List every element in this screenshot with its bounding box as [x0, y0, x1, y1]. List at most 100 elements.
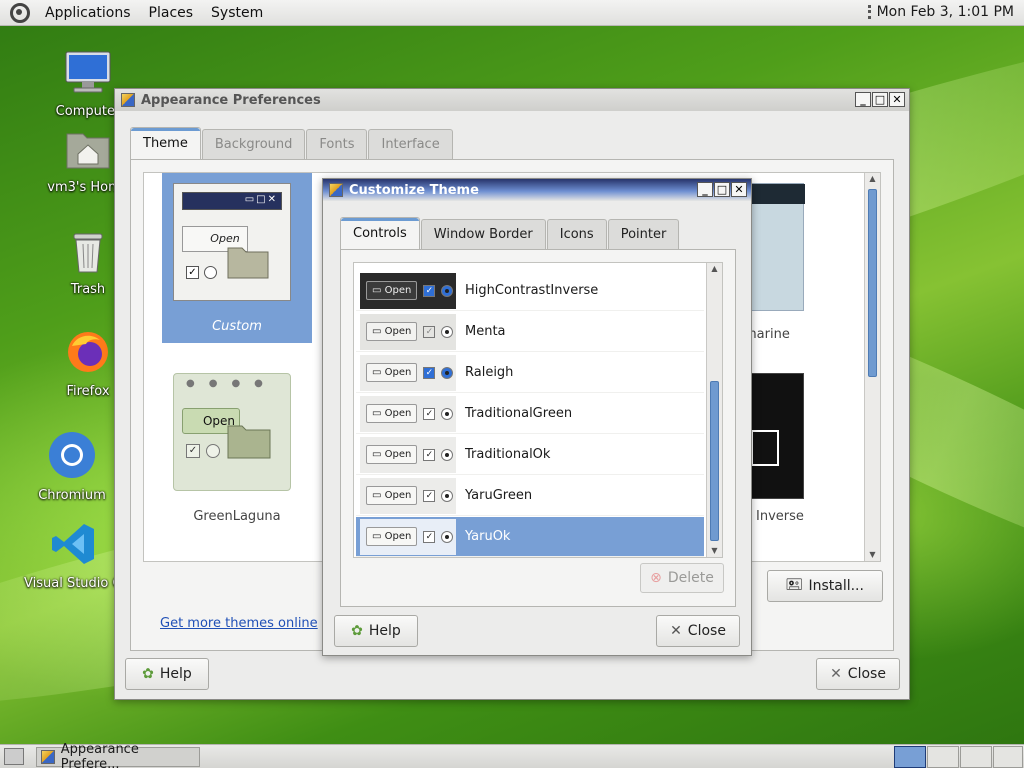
get-more-themes-link[interactable]: Get more themes online	[160, 616, 318, 631]
scroll-down-arrow[interactable]: ▼	[865, 549, 880, 561]
menu-system[interactable]: System	[202, 5, 272, 21]
install-button[interactable]: 🖭 Install...	[767, 570, 883, 602]
controls-theme-row[interactable]: ▭ Open ✓ HighContrastInverse	[356, 271, 704, 311]
customize-tabs: Controls Window Border Icons Pointer	[340, 217, 680, 249]
dialog-titlebar[interactable]: Customize Theme _ □ ✕	[323, 179, 751, 201]
controls-theme-row[interactable]: ▭ Open ✓ Menta	[356, 312, 704, 352]
controls-theme-row[interactable]: ▭ Open ✓ YaruOk	[356, 517, 704, 557]
help-label: Help	[159, 666, 192, 682]
scroll-up-arrow[interactable]: ▲	[707, 263, 722, 275]
controls-list-scrollbar[interactable]: ▲ ▼	[706, 263, 722, 557]
close-button[interactable]: ✕ Close	[816, 658, 900, 690]
sample-open-button: ▭ Open	[366, 281, 418, 300]
workspace-3[interactable]	[960, 746, 992, 768]
tab-controls[interactable]: Controls	[340, 217, 420, 249]
controls-theme-name: TraditionalGreen	[465, 406, 573, 421]
bottom-panel: Appearance Prefere...	[0, 742, 1024, 772]
panel-separator	[867, 5, 871, 19]
controls-sample-preview: ▭ Open ✓	[360, 477, 456, 514]
menu-applications[interactable]: Applications	[36, 5, 140, 21]
preview-checkbox: ✓	[186, 444, 200, 458]
dialog-help-button[interactable]: ✿ Help	[334, 615, 418, 647]
controls-theme-name: HighContrastInverse	[465, 283, 599, 298]
theme-card-marine[interactable]: marine	[744, 183, 805, 343]
workspace-2[interactable]	[927, 746, 959, 768]
sample-open-button: ▭ Open	[366, 527, 418, 546]
delete-button[interactable]: ⊗ Delete	[640, 563, 724, 593]
minimize-button[interactable]: _	[697, 182, 713, 197]
minimize-button[interactable]: _	[855, 92, 871, 107]
sample-radio	[441, 366, 454, 379]
help-button[interactable]: ✿ Help	[125, 658, 209, 690]
tab-window-border[interactable]: Window Border	[420, 219, 546, 249]
sample-radio	[441, 489, 454, 502]
tab-pointer[interactable]: Pointer	[607, 219, 680, 249]
menu-places[interactable]: Places	[140, 5, 203, 21]
sample-checkbox: ✓	[423, 366, 436, 379]
controls-theme-name: Menta	[465, 324, 506, 339]
scroll-down-arrow[interactable]: ▼	[707, 545, 722, 557]
trash-icon	[73, 233, 103, 273]
tab-icons[interactable]: Icons	[546, 219, 607, 249]
controls-theme-row[interactable]: ▭ Open ✓ TraditionalOk	[356, 435, 704, 475]
close-label: Close	[687, 623, 726, 639]
controls-theme-row[interactable]: ▭ Open ✓ TraditionalGreen	[356, 394, 704, 434]
maximize-button[interactable]: □	[714, 182, 730, 197]
preview-checkbox: ✓	[186, 266, 199, 279]
desktop-icon-chromium[interactable]: Chromium	[22, 430, 122, 503]
preview-radio	[206, 444, 220, 458]
delete-icon: ⊗	[650, 570, 662, 586]
sample-radio	[441, 284, 454, 297]
appearance-tabs: Theme Background Fonts Interface	[130, 127, 454, 159]
appearance-app-icon	[329, 183, 343, 197]
tab-theme[interactable]: Theme	[130, 127, 201, 159]
workspace-1[interactable]	[894, 746, 926, 768]
controls-theme-row[interactable]: ▭ Open ✓ YaruGreen	[356, 476, 704, 516]
controls-sample-preview: ▭ Open ✓	[360, 313, 456, 350]
dialog-title: Customize Theme	[349, 182, 479, 198]
customize-theme-dialog: Customize Theme _ □ ✕ Controls Window Bo…	[322, 178, 752, 656]
top-panel: Applications Places System Mon Feb 3, 1:…	[0, 0, 1024, 26]
theme-list-scrollbar[interactable]: ▲ ▼	[864, 173, 880, 561]
vscode-icon	[52, 524, 94, 564]
theme-preview: ▭□✕ Open ✓	[173, 183, 291, 301]
window-title: Appearance Preferences	[141, 92, 321, 108]
folder-icon	[227, 247, 269, 279]
theme-name: GreenLaguna	[193, 509, 281, 524]
scroll-thumb[interactable]	[868, 189, 877, 377]
tab-background[interactable]: Background	[201, 129, 306, 159]
dialog-close-button[interactable]: ✕ Close	[656, 615, 740, 647]
tab-fonts[interactable]: Fonts	[306, 129, 368, 159]
close-label: Close	[847, 666, 886, 682]
controls-theme-row[interactable]: ▭ Open ✓ Raleigh	[356, 353, 704, 393]
clock-label: Mon Feb 3, 1:01 PM	[876, 4, 1014, 20]
distro-logo-icon[interactable]	[10, 2, 30, 23]
window-controls: _ □ ✕	[697, 182, 747, 197]
theme-preview	[744, 373, 804, 499]
window-titlebar[interactable]: Appearance Preferences _ □ ✕	[115, 89, 909, 111]
close-window-button[interactable]: ✕	[889, 92, 905, 107]
sample-checkbox: ✓	[423, 448, 436, 461]
tab-interface[interactable]: Interface	[368, 129, 453, 159]
desktop-icon-vscode[interactable]: Visual Studio Code	[24, 520, 146, 591]
close-window-button[interactable]: ✕	[731, 182, 747, 197]
theme-card-greenlaguna[interactable]: ●●●● Open ✓ GreenLaguna	[162, 369, 312, 529]
workspace-4[interactable]	[993, 746, 1023, 768]
scroll-up-arrow[interactable]: ▲	[865, 173, 880, 185]
computer-icon	[65, 51, 111, 93]
scroll-thumb[interactable]	[710, 381, 719, 541]
show-desktop-icon[interactable]	[4, 748, 24, 765]
install-icon: 🖭	[786, 577, 803, 593]
chromium-icon	[49, 432, 95, 478]
appearance-app-icon	[41, 750, 55, 764]
sample-checkbox: ✓	[423, 489, 436, 502]
theme-name: Custom	[212, 319, 262, 334]
maximize-button[interactable]: □	[872, 92, 888, 107]
theme-card-custom[interactable]: ▭□✕ Open ✓ Custom	[162, 173, 312, 343]
sample-radio	[441, 325, 454, 338]
sample-radio	[441, 407, 454, 420]
taskbar-item-appearance[interactable]: Appearance Prefere...	[36, 742, 200, 772]
clock-applet[interactable]: Mon Feb 3, 1:01 PM	[867, 4, 1014, 20]
theme-card-high-contrast-inverse[interactable]: st Inverse	[740, 373, 804, 524]
help-icon: ✿	[142, 666, 154, 682]
